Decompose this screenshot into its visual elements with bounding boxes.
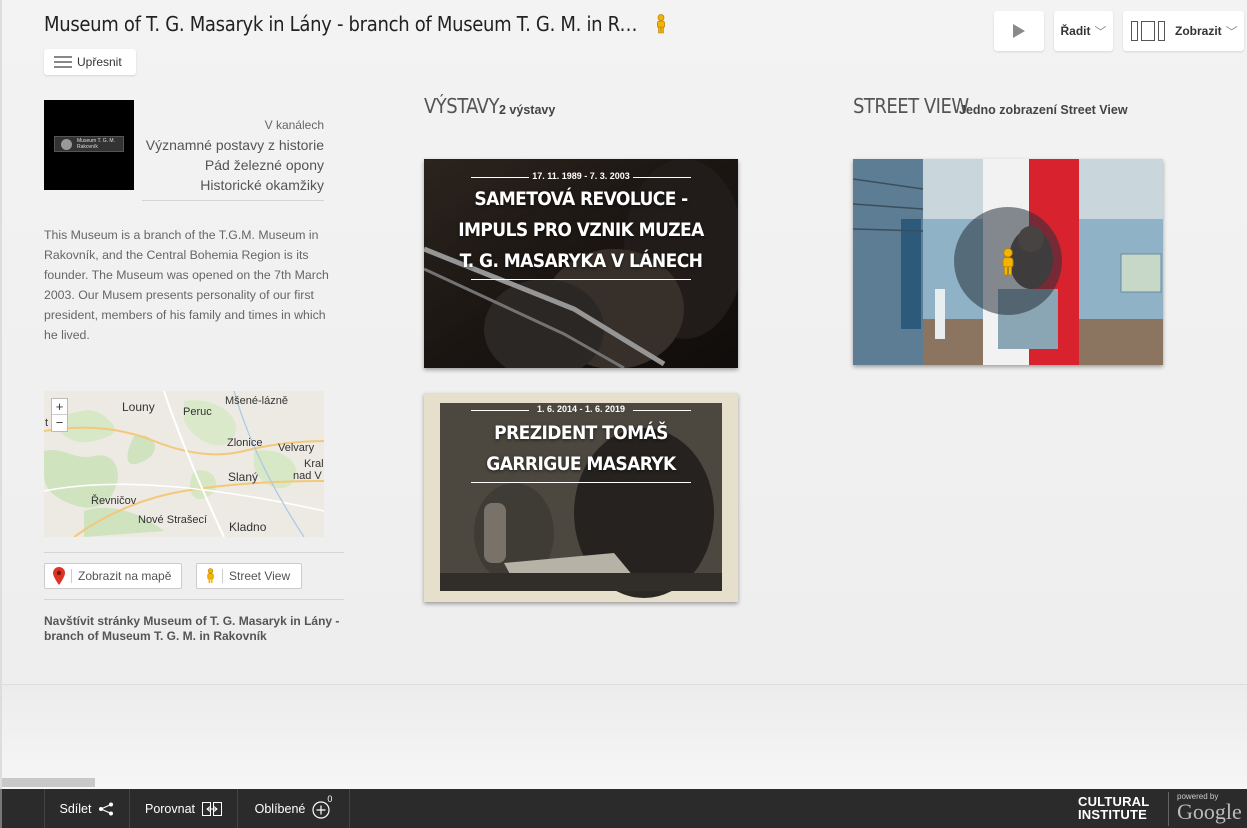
title-rule bbox=[471, 279, 691, 280]
exhibition-title: SAMETOVÁ REVOLUCE - IMPULS PRO VZNIK MUZ… bbox=[458, 188, 704, 272]
channels-list: V kanálech Významné postavy z historie P… bbox=[142, 118, 324, 195]
channel-link[interactable]: Významné postavy z historie bbox=[142, 135, 324, 155]
map-label: Slaný bbox=[228, 470, 259, 484]
chevron-down-icon: ﹀ bbox=[1225, 24, 1238, 39]
view-label: Zobrazit bbox=[1175, 24, 1222, 38]
play-button[interactable] bbox=[994, 11, 1044, 51]
exhibition-date: 1. 6. 2014 - 1. 6. 2019 bbox=[536, 404, 626, 414]
sort-button[interactable]: Řadit ﹀ bbox=[1054, 11, 1113, 51]
play-icon bbox=[1013, 24, 1025, 38]
map-label: Zlonice bbox=[227, 437, 263, 449]
map-label: nad V bbox=[293, 470, 322, 482]
refine-label: Upřesnit bbox=[77, 55, 122, 69]
divider bbox=[142, 200, 324, 201]
add-favorite-icon: 0 bbox=[312, 794, 332, 819]
visit-website-link[interactable]: Navštívit stránky Museum of T. G. Masary… bbox=[44, 614, 344, 644]
map-label: Kral bbox=[304, 458, 324, 470]
share-button[interactable]: Sdílet bbox=[44, 789, 130, 828]
cultural-institute-logo[interactable]: CULTURAL INSTITUTE bbox=[1078, 795, 1149, 821]
museum-thumbnail[interactable]: Museum T. G. M. Rakovník bbox=[44, 100, 134, 190]
compare-label: Porovnat bbox=[144, 801, 196, 816]
refine-button[interactable]: Upřesnit bbox=[44, 49, 136, 75]
favorites-label: Oblíbené bbox=[254, 801, 306, 816]
map[interactable]: + − t Louny Peruc Mšené-lázně Zlonice Ve… bbox=[44, 391, 324, 537]
favorites-count: 0 bbox=[327, 793, 333, 804]
map-zoom-control[interactable]: + − bbox=[51, 398, 68, 432]
channels-label: V kanálech bbox=[264, 118, 324, 132]
exhibition-card[interactable]: 17. 11. 1989 - 7. 3. 2003 SAMETOVÁ REVOL… bbox=[424, 159, 738, 368]
pegman-icon[interactable] bbox=[654, 14, 668, 34]
street-view-button[interactable]: Street View bbox=[196, 563, 302, 589]
street-view-heading: STREET VIEW bbox=[853, 94, 969, 118]
map-label: Peruc bbox=[183, 406, 212, 418]
pegman-icon bbox=[1002, 248, 1014, 276]
share-label: Sdílet bbox=[59, 801, 92, 816]
show-on-map-label: Zobrazit na mapě bbox=[78, 569, 172, 583]
exhibition-card[interactable]: 1. 6. 2014 - 1. 6. 2019 PREZIDENT TOMÁŠ … bbox=[424, 393, 738, 602]
share-icon bbox=[99, 802, 114, 815]
map-label: Louny bbox=[122, 400, 155, 414]
map-label: Řevničov bbox=[91, 495, 137, 507]
compare-icon bbox=[202, 801, 223, 816]
layout-icon bbox=[1131, 19, 1167, 43]
street-view-card[interactable] bbox=[853, 159, 1163, 365]
divider bbox=[44, 599, 344, 600]
street-view-count: Jedno zobrazení Street View bbox=[959, 103, 1128, 117]
show-on-map-button[interactable]: Zobrazit na mapě bbox=[44, 563, 182, 589]
zoom-out-button[interactable]: − bbox=[52, 414, 67, 430]
compare-button[interactable]: Porovnat bbox=[130, 789, 238, 828]
exhibitions-count: 2 výstavy bbox=[499, 103, 556, 117]
exhibitions-heading: VÝSTAVY bbox=[424, 94, 499, 118]
footer-bar: Sdílet Porovnat Oblíbené 0 CULTURAL INST… bbox=[0, 789, 1247, 828]
powered-by-google: powered by Google bbox=[1168, 792, 1242, 826]
chevron-down-icon: ﹀ bbox=[1094, 24, 1107, 39]
favorites-button[interactable]: Oblíbené 0 bbox=[238, 789, 350, 828]
divider bbox=[44, 552, 344, 553]
menu-icon bbox=[54, 56, 72, 68]
map-label: Mšené-lázně bbox=[225, 395, 288, 407]
street-view-label: Street View bbox=[229, 569, 291, 583]
zoom-in-button[interactable]: + bbox=[52, 399, 67, 414]
map-label: Kladno bbox=[229, 520, 267, 534]
channel-link[interactable]: Pád železné opony bbox=[142, 155, 324, 175]
museum-description: This Museum is a branch of the T.G.M. Mu… bbox=[44, 228, 329, 342]
view-button[interactable]: Zobrazit ﹀ bbox=[1123, 11, 1244, 51]
page-title: Museum of T. G. Masaryk in Lány - branch… bbox=[44, 12, 644, 36]
museum-logo: Museum T. G. M. Rakovník bbox=[54, 136, 124, 152]
map-marker-icon bbox=[53, 567, 65, 585]
map-label: Velvary bbox=[278, 442, 315, 454]
sort-label: Řadit bbox=[1060, 24, 1091, 38]
map-label: t bbox=[45, 417, 49, 429]
exhibition-title: PREZIDENT TOMÁŠ GARRIGUE MASARYK bbox=[486, 422, 676, 475]
page: Museum of T. G. Masaryk in Lány - branch… bbox=[0, 0, 1247, 684]
map-label: Nové Strašecí bbox=[138, 514, 208, 526]
comparison-tray bbox=[0, 684, 1247, 789]
pegman-icon bbox=[207, 568, 214, 584]
horizontal-scrollbar[interactable] bbox=[2, 778, 95, 787]
exhibition-date: 17. 11. 1989 - 7. 3. 2003 bbox=[532, 171, 630, 181]
title-rule bbox=[471, 482, 691, 483]
channel-link[interactable]: Historické okamžiky bbox=[142, 175, 324, 195]
google-logo: Google bbox=[1177, 799, 1242, 824]
